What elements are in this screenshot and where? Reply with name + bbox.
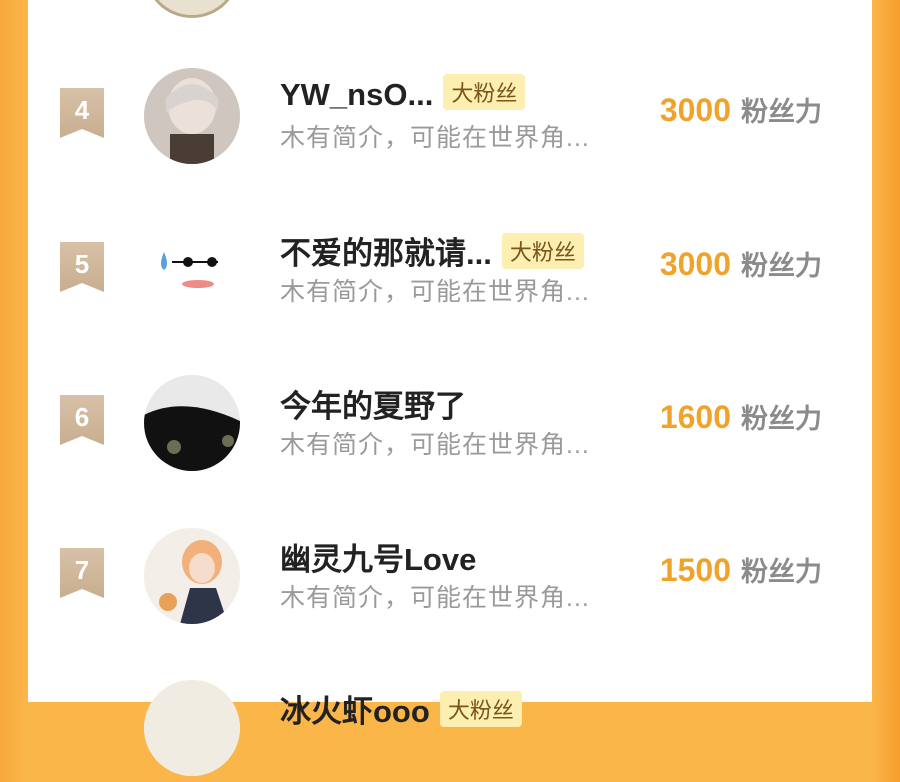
list-item[interactable]: 4 YW_nsO... 大粉丝 木有简介，可能在世界角... 3000 粉丝力 — [28, 60, 872, 170]
user-name[interactable]: 冰火虾ooo 大粉丝 — [280, 686, 522, 731]
user-bio: 木有简介，可能在世界角... — [280, 584, 590, 612]
list-item[interactable]: 6 今年的夏野了 木有简介，可能在世界角... 1600 粉丝力 — [28, 367, 872, 477]
user-name-text: 今年的夏野了 — [280, 389, 466, 424]
avatar[interactable] — [144, 68, 240, 164]
fan-power: 3000 粉丝力 — [660, 244, 822, 283]
fan-power-value: 3000 — [659, 246, 731, 282]
list-item[interactable]: 7 幽灵九号Love 木有简介，可能在世界角... 1500 粉丝力 — [28, 520, 872, 630]
fan-power-value: 1500 — [659, 552, 731, 588]
fan-power-value: 3000 — [659, 92, 731, 128]
rank-badge: 5 — [60, 242, 104, 292]
user-bio: 木有简介，可能在世界角... — [280, 431, 590, 459]
user-name[interactable]: 今年的夏野了 — [280, 381, 466, 426]
user-name-text: 不爱的那就请... — [280, 236, 492, 271]
fan-level-badge: 大粉丝 — [443, 74, 526, 110]
fan-ranking-card: 4 YW_nsO... 大粉丝 木有简介，可能在世界角... 3000 粉丝力 5 — [28, 0, 872, 776]
user-name[interactable]: 幽灵九号Love — [280, 534, 476, 579]
avatar[interactable] — [144, 528, 240, 624]
avatar[interactable] — [144, 222, 240, 318]
user-bio: 木有简介，可能在世界角... — [280, 124, 590, 152]
user-name[interactable]: YW_nsO... 大粉丝 — [280, 74, 526, 113]
avatar[interactable] — [144, 375, 240, 471]
user-bio: 木有简介，可能在世界角... — [280, 278, 590, 306]
rank-badge: 7 — [60, 548, 104, 598]
fan-power-value: 1600 — [659, 399, 731, 435]
fan-power-unit: 粉丝力 — [741, 404, 822, 434]
fan-level-badge: 大粉丝 — [439, 691, 522, 727]
list-item[interactable]: 冰火虾ooo 大粉丝 — [28, 672, 872, 782]
user-name-text: YW_nsO... — [280, 77, 434, 112]
list-item[interactable]: 5 不爱的那就请... 大粉丝 木有简介，可能在世界角... 3000 粉丝力 — [28, 214, 872, 324]
fan-power: 1500 粉丝力 — [660, 550, 822, 589]
user-name[interactable]: 不爱的那就请... 大粉丝 — [280, 228, 584, 273]
fan-level-badge: 大粉丝 — [501, 233, 584, 269]
user-name-text: 幽灵九号Love — [280, 542, 477, 577]
avatar[interactable] — [144, 680, 240, 776]
rank-badge: 6 — [60, 395, 104, 445]
fan-power-unit: 粉丝力 — [741, 97, 822, 127]
fan-power-unit: 粉丝力 — [741, 251, 822, 281]
fan-power: 1600 粉丝力 — [660, 397, 822, 436]
fan-power: 3000 粉丝力 — [660, 90, 822, 129]
user-name-text: 冰火虾ooo — [280, 694, 430, 729]
avatar-partial-top[interactable] — [144, 0, 240, 18]
fan-power-unit: 粉丝力 — [741, 557, 822, 587]
rank-badge: 4 — [60, 88, 104, 138]
